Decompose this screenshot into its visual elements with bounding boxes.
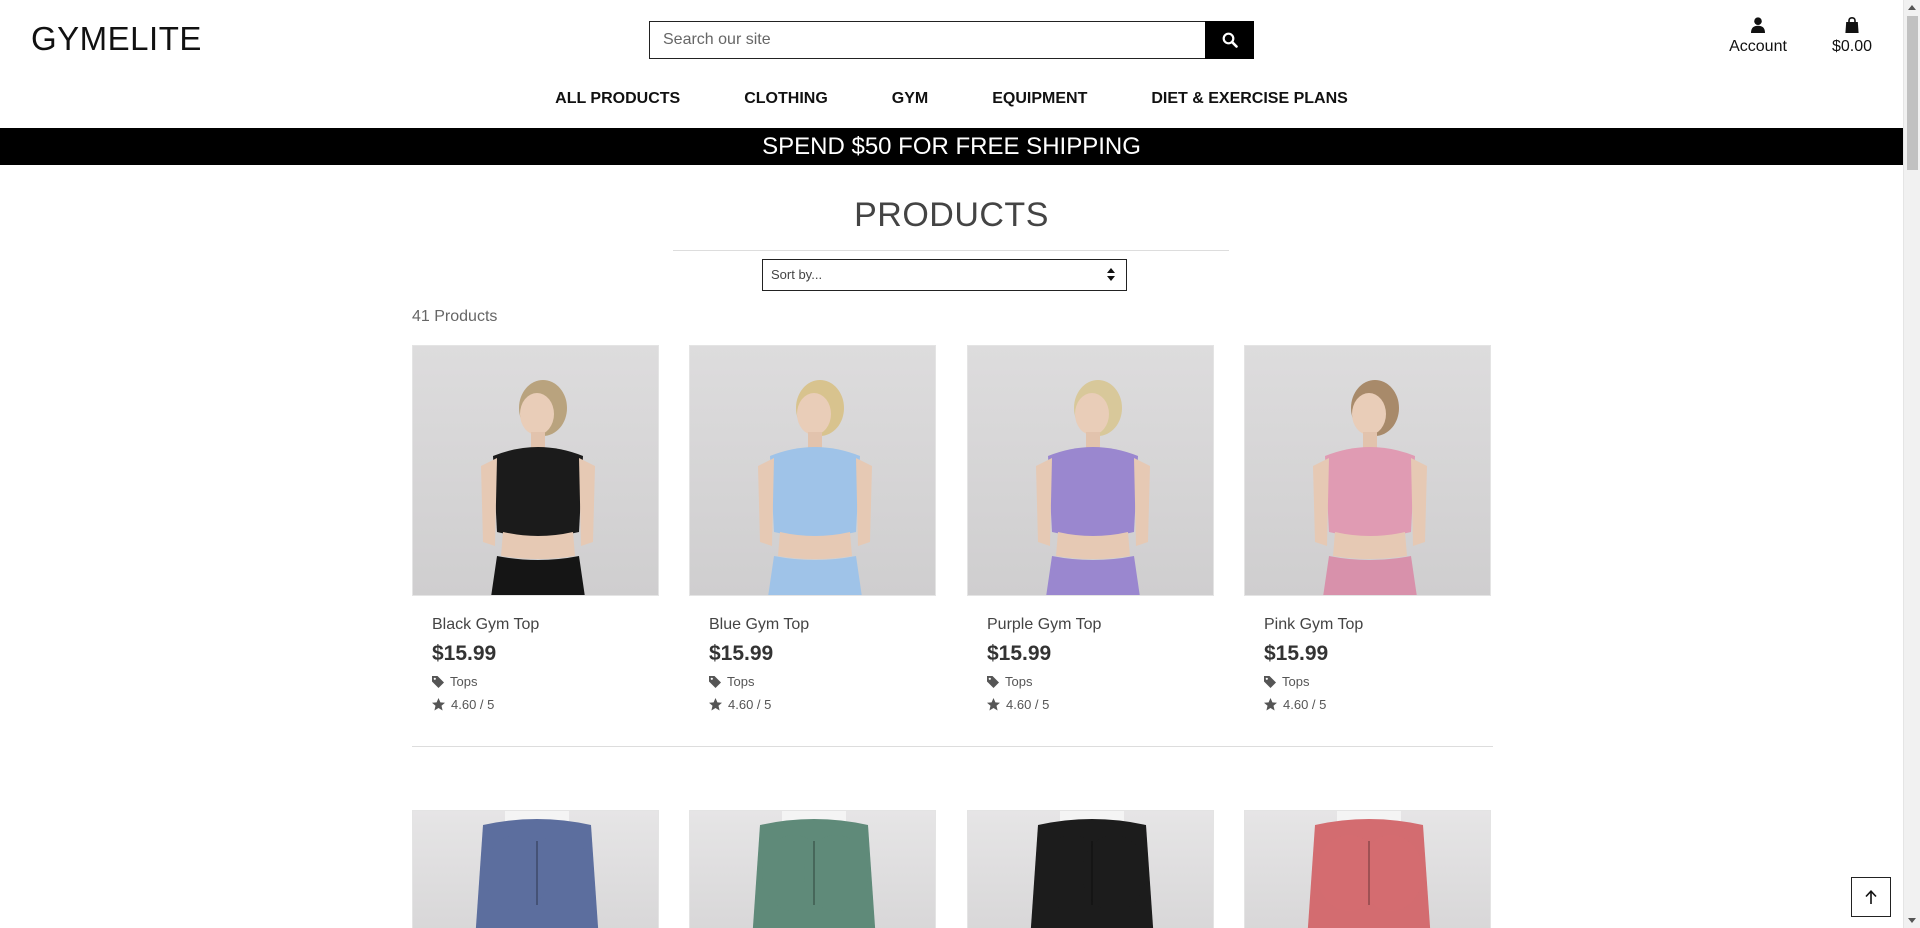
product-category[interactable]: Tops — [709, 674, 936, 689]
product-card[interactable]: Pink Gym Top $15.99 Tops 4.60 / 5 — [1244, 345, 1491, 712]
star-icon — [432, 698, 445, 711]
category-label: Tops — [1005, 674, 1033, 689]
product-category[interactable]: Tops — [1264, 674, 1491, 689]
nav-clothing[interactable]: CLOTHING — [712, 90, 860, 108]
page-scrollbar[interactable] — [1903, 0, 1920, 928]
product-rating: 4.60 / 5 — [432, 697, 659, 712]
tag-icon — [987, 675, 999, 688]
product-image[interactable] — [1244, 345, 1491, 596]
product-image[interactable] — [689, 810, 936, 928]
product-name[interactable]: Blue Gym Top — [709, 616, 936, 634]
product-rating: 4.60 / 5 — [987, 697, 1214, 712]
account-label: Account — [1729, 38, 1787, 55]
model-photo — [481, 380, 595, 595]
search-input[interactable] — [649, 21, 1205, 59]
cart-total: $0.00 — [1831, 38, 1873, 55]
nav-diet-exercise-plans[interactable]: DIET & EXERCISE PLANS — [1119, 90, 1379, 108]
row-divider — [412, 746, 1493, 747]
rating-value: 4.60 / 5 — [1006, 697, 1050, 712]
product-image[interactable] — [967, 810, 1214, 928]
star-icon — [987, 698, 1000, 711]
site-logo[interactable]: GYMELITE — [31, 20, 202, 58]
product-price: $15.99 — [432, 642, 497, 665]
model-photo — [1313, 380, 1427, 595]
model-photo — [1030, 811, 1154, 928]
rating-value: 4.60 / 5 — [728, 697, 772, 712]
product-price: $15.99 — [709, 642, 774, 665]
rating-value: 4.60 / 5 — [1283, 697, 1327, 712]
product-name[interactable]: Purple Gym Top — [987, 616, 1214, 634]
category-label: Tops — [450, 674, 478, 689]
rating-value: 4.60 / 5 — [451, 697, 495, 712]
product-card[interactable]: Black Gym Top $15.99 Tops 4.60 / 5 — [412, 345, 659, 712]
product-grid-row-2 — [412, 810, 1493, 928]
category-label: Tops — [1282, 674, 1310, 689]
sort-arrows-icon — [1107, 268, 1115, 281]
shopping-bag-icon — [1845, 17, 1859, 33]
category-label: Tops — [727, 674, 755, 689]
back-to-top-button[interactable] — [1851, 877, 1891, 917]
product-rating: 4.60 / 5 — [1264, 697, 1491, 712]
product-price: $15.99 — [987, 642, 1052, 665]
product-category[interactable]: Tops — [432, 674, 659, 689]
star-icon — [1264, 698, 1277, 711]
product-price: $15.99 — [1264, 642, 1329, 665]
product-image[interactable] — [1244, 810, 1491, 928]
model-photo — [475, 811, 599, 928]
cart-link[interactable]: $0.00 — [1825, 17, 1879, 56]
product-card[interactable]: Blue Gym Top $15.99 Tops 4.60 / 5 — [689, 345, 936, 712]
account-link[interactable]: Account — [1722, 17, 1794, 56]
scroll-up-arrow-icon[interactable] — [1908, 5, 1916, 10]
search-icon — [1222, 32, 1238, 48]
title-divider — [673, 250, 1229, 251]
search-button[interactable] — [1205, 21, 1254, 59]
product-name[interactable]: Pink Gym Top — [1264, 616, 1491, 634]
tag-icon — [432, 675, 444, 688]
product-card[interactable]: Purple Gym Top $15.99 Tops 4.60 / 5 — [967, 345, 1214, 712]
product-rating: 4.60 / 5 — [709, 697, 936, 712]
tag-icon — [709, 675, 721, 688]
star-icon — [709, 698, 722, 711]
product-image[interactable] — [412, 810, 659, 928]
tag-icon — [1264, 675, 1276, 688]
model-photo — [758, 380, 872, 595]
nav-equipment[interactable]: EQUIPMENT — [960, 90, 1119, 108]
main-nav: ALL PRODUCTS CLOTHING GYM EQUIPMENT DIET… — [0, 90, 1903, 108]
nav-gym[interactable]: GYM — [860, 90, 960, 108]
user-icon — [1751, 17, 1765, 33]
search-form — [649, 21, 1254, 59]
scroll-down-arrow-icon[interactable] — [1908, 918, 1916, 923]
nav-all-products[interactable]: ALL PRODUCTS — [523, 90, 712, 108]
product-image[interactable] — [412, 345, 659, 596]
arrow-up-icon — [1865, 890, 1877, 904]
product-name[interactable]: Black Gym Top — [432, 616, 659, 634]
product-count: 41 Products — [412, 308, 498, 325]
sort-select[interactable]: Sort by... — [762, 259, 1127, 291]
model-photo — [1307, 811, 1431, 928]
shipping-banner: SPEND $50 FOR FREE SHIPPING — [0, 128, 1903, 165]
page: GYMELITE Account $0.00 ALL PRODUCTS CLOT… — [0, 0, 1903, 928]
model-photo — [1036, 380, 1150, 595]
product-image[interactable] — [967, 345, 1214, 596]
scrollbar-thumb[interactable] — [1907, 16, 1918, 170]
page-title: PRODUCTS — [854, 196, 1049, 234]
product-image[interactable] — [689, 345, 936, 596]
sort-label: Sort by... — [771, 267, 823, 282]
product-category[interactable]: Tops — [987, 674, 1214, 689]
model-photo — [752, 811, 876, 928]
